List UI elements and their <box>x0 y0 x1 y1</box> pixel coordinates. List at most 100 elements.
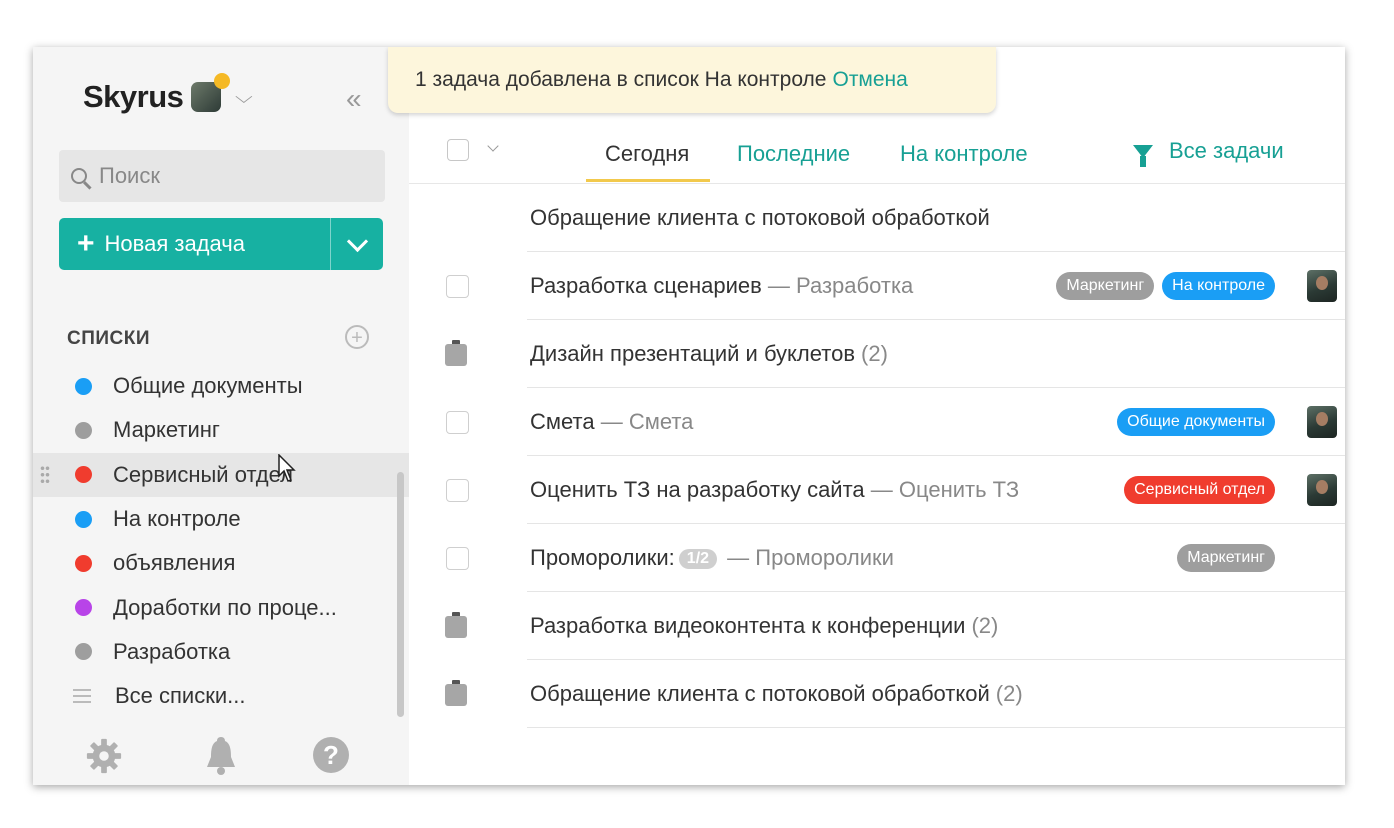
task-title: Обращение клиента с потоковой обработкой <box>530 205 990 230</box>
mouse-cursor-icon <box>278 454 296 482</box>
list-color-dot <box>75 643 92 661</box>
sidebar-item-label: Разработка <box>113 638 231 664</box>
task-title: Проморолики: 1/2 — Проморолики <box>530 545 894 570</box>
sidebar-item-label: объявления <box>113 550 236 576</box>
drag-handle-icon[interactable] <box>40 464 50 485</box>
list-color-dot <box>75 554 92 572</box>
task-row[interactable]: Обращение клиента с потоковой обработкой <box>409 184 1345 252</box>
chevron-down-icon[interactable] <box>487 140 499 152</box>
task-subtitle: — Разработка <box>761 273 914 298</box>
sidebar-item-list[interactable]: Общие документы <box>33 364 409 408</box>
new-task-button[interactable]: + Новая задача <box>59 218 330 270</box>
collapse-sidebar-icon[interactable]: « <box>346 83 361 115</box>
filter-label: Все задачи <box>1169 138 1284 163</box>
row-divider <box>527 727 1345 728</box>
clipboard-icon <box>445 680 467 706</box>
active-tab-indicator <box>586 179 710 182</box>
subtask-count: (2) <box>971 613 999 638</box>
task-list-panel: Сегодня Последние На контроле Все задачи… <box>409 47 1345 785</box>
status-dot <box>214 73 231 89</box>
clipboard-icon <box>445 612 467 638</box>
task-checkbox[interactable] <box>446 411 469 434</box>
new-task-dropdown-button[interactable] <box>330 218 383 270</box>
sidebar-item-label: На контроле <box>113 506 241 532</box>
checklist-progress-badge: 1/2 <box>678 549 718 569</box>
task-row[interactable]: Дизайн презентаций и буклетов (2) <box>409 320 1345 388</box>
task-row[interactable]: Разработка видеоконтента к конференции (2… <box>409 592 1345 660</box>
notification-text: 1 задача добавлена в список На контроле <box>415 68 827 91</box>
sidebar-item-label: Общие документы <box>113 373 303 399</box>
assignee-avatar[interactable] <box>1307 474 1337 506</box>
subtask-count: (2) <box>995 681 1023 706</box>
tag-badge[interactable]: Сервисный отдел <box>1124 476 1275 504</box>
new-task-label: Новая задача <box>104 231 245 256</box>
task-title: Оценить ТЗ на разработку сайта — Оценить… <box>530 477 1020 502</box>
task-title: Разработка сценариев — Разработка <box>530 273 914 298</box>
tab-recent[interactable]: Последние <box>737 141 850 167</box>
search-box[interactable] <box>59 150 385 202</box>
tag-badge[interactable]: Маркетинг <box>1056 272 1155 300</box>
task-tags: Сервисный отдел <box>1124 476 1275 504</box>
task-row[interactable]: Оценить ТЗ на разработку сайта — Оценить… <box>409 456 1345 524</box>
filter-icon <box>1133 144 1153 167</box>
add-list-icon[interactable]: + <box>345 325 369 349</box>
assignee-avatar[interactable] <box>1307 406 1337 438</box>
list-icon <box>73 689 91 704</box>
sidebar-item-list[interactable]: На контроле <box>33 497 409 541</box>
sidebar-item-list[interactable]: Сервисный отдел <box>33 452 409 497</box>
chevron-down-icon: ⌵ <box>235 86 254 107</box>
notification-toast: 1 задача добавлена в список На контроле … <box>388 47 996 113</box>
task-subtitle: — Проморолики <box>721 545 894 570</box>
undo-link[interactable]: Отмена <box>832 68 907 92</box>
task-title: Обращение клиента с потоковой обработкой… <box>530 681 1023 706</box>
tab-on-control[interactable]: На контроле <box>900 141 1028 167</box>
plus-icon: + <box>77 227 95 260</box>
subtask-count: (2) <box>861 341 888 366</box>
sidebar-scrollbar[interactable] <box>397 472 404 717</box>
search-input[interactable] <box>97 162 361 190</box>
task-row[interactable]: Смета — Смета Общие документы <box>409 388 1345 456</box>
tag-badge[interactable]: Маркетинг <box>1177 544 1275 572</box>
select-all-checkbox[interactable] <box>447 139 469 161</box>
tag-badge[interactable]: На контроле <box>1162 272 1275 300</box>
new-task-button-group: + Новая задача <box>59 218 383 270</box>
sidebar-item-label: Все списки... <box>115 683 246 709</box>
task-tags: Маркетинг <box>1177 544 1275 572</box>
sidebar-item-all-lists[interactable]: Все списки... <box>33 674 409 718</box>
sidebar-item-label: Маркетинг <box>113 417 220 443</box>
search-icon <box>71 168 87 184</box>
task-toolbar: Сегодня Последние На контроле Все задачи <box>409 120 1345 184</box>
list-nav: Общие документы Маркетинг Сервисный отде… <box>33 364 409 718</box>
task-subtitle: — Оценить ТЗ <box>864 477 1020 502</box>
gear-icon[interactable] <box>85 737 123 775</box>
task-tags: Маркетинг На контроле <box>1056 272 1275 300</box>
task-row[interactable]: Разработка сценариев — Разработка Маркет… <box>409 252 1345 320</box>
workspace-switcher[interactable]: Skyrus ⌵ <box>83 73 254 115</box>
filter-button[interactable]: Все задачи <box>1133 138 1284 167</box>
task-checkbox[interactable] <box>446 479 469 502</box>
task-rows: Обращение клиента с потоковой обработкой… <box>409 184 1345 728</box>
list-color-dot <box>75 466 92 484</box>
assignee-avatar[interactable] <box>1307 270 1337 302</box>
sidebar-item-list[interactable]: Доработки по проце... <box>33 585 409 629</box>
sidebar-item-label: Доработки по проце... <box>113 594 337 620</box>
help-icon[interactable]: ? <box>313 737 349 773</box>
task-title: Разработка видеоконтента к конференции (2… <box>530 613 999 638</box>
sidebar-item-list[interactable]: объявления <box>33 541 409 585</box>
clipboard-icon <box>445 340 467 366</box>
lists-header: СПИСКИ <box>67 328 151 349</box>
task-checkbox[interactable] <box>446 547 469 570</box>
task-row[interactable]: Проморолики: 1/2 — Проморолики Маркетинг <box>409 524 1345 592</box>
tag-badge[interactable]: Общие документы <box>1117 408 1275 436</box>
sidebar-item-list[interactable]: Маркетинг <box>33 408 409 452</box>
task-checkbox[interactable] <box>446 275 469 298</box>
workspace-avatar <box>191 73 231 112</box>
workspace-name: Skyrus <box>83 79 184 114</box>
tab-today[interactable]: Сегодня <box>605 141 689 167</box>
task-subtitle: — Смета <box>594 409 694 434</box>
task-row[interactable]: Обращение клиента с потоковой обработкой… <box>409 660 1345 728</box>
sidebar-item-list[interactable]: Разработка <box>33 630 409 674</box>
task-tags: Общие документы <box>1117 408 1275 436</box>
list-color-dot <box>75 599 92 617</box>
bell-icon[interactable] <box>203 735 239 775</box>
